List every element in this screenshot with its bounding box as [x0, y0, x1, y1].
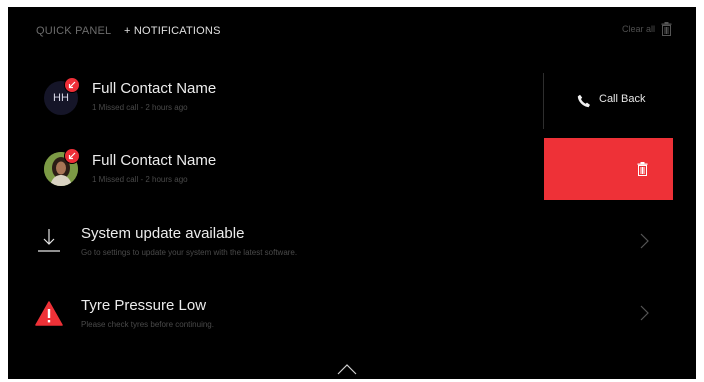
- download-icon: [38, 229, 60, 252]
- notification-subtitle: 1 Missed call - 2 hours ago: [92, 103, 188, 112]
- chevron-right-icon[interactable]: [639, 305, 649, 321]
- call-back-button[interactable]: Call Back: [543, 73, 696, 129]
- notification-subtitle: Please check tyres before continuing.: [81, 320, 214, 329]
- notification-subtitle: 1 Missed call - 2 hours ago: [92, 175, 188, 184]
- clear-all-button[interactable]: Clear all: [622, 22, 672, 36]
- trash-icon: [637, 162, 648, 176]
- trash-icon: [661, 22, 672, 36]
- tab-notifications[interactable]: + NOTIFICATIONS: [124, 25, 221, 37]
- notification-title: Full Contact Name: [92, 152, 217, 169]
- panel-header: QUICK PANEL + NOTIFICATIONS Clear all: [8, 7, 696, 55]
- clear-all-label: Clear all: [621, 24, 655, 34]
- chevron-up-icon[interactable]: [337, 363, 357, 375]
- missed-call-icon: [64, 148, 80, 164]
- notification-subtitle: Go to settings to update your system wit…: [81, 248, 298, 257]
- notification-title: Tyre Pressure Low: [81, 297, 207, 314]
- missed-call-icon: [64, 77, 80, 93]
- warning-icon: [35, 301, 63, 326]
- call-back-label: Call Back: [599, 93, 646, 105]
- avatar-initials: HH: [53, 92, 69, 104]
- notification-title: System update available: [81, 225, 245, 242]
- tab-quick-panel[interactable]: QUICK PANEL: [36, 25, 111, 37]
- chevron-right-icon[interactable]: [639, 233, 649, 249]
- delete-notification-button[interactable]: [544, 138, 673, 200]
- phone-icon: [577, 94, 590, 108]
- notification-title: Full Contact Name: [92, 80, 217, 97]
- quick-panel-screen: QUICK PANEL + NOTIFICATIONS Clear all HH…: [8, 7, 696, 379]
